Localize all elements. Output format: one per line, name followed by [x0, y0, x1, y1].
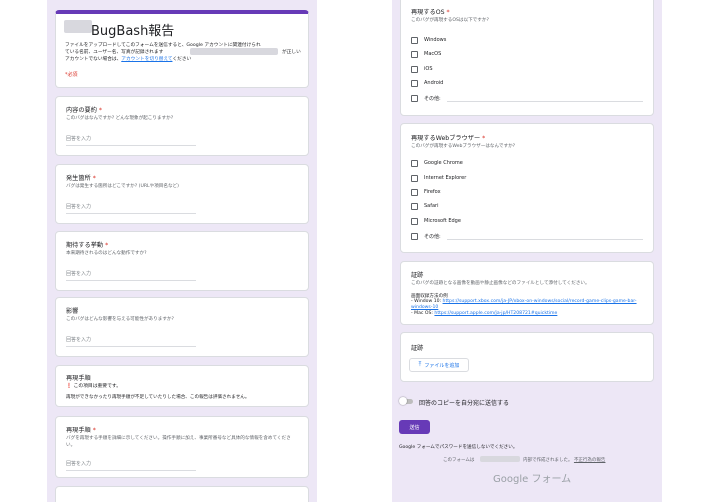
checkbox[interactable] — [411, 79, 418, 87]
answer-input-summary[interactable]: 回答を入力 — [66, 135, 196, 146]
copy-toggle[interactable] — [399, 397, 414, 405]
form-title: BugBash報告 — [91, 24, 175, 39]
required-note: *必須 — [65, 72, 78, 78]
checkbox[interactable] — [411, 202, 418, 210]
checkbox[interactable] — [411, 174, 418, 182]
section-title: 証跡 — [411, 272, 424, 279]
question-title: 影響 — [66, 308, 79, 315]
answer-input-repro-steps[interactable]: 回答を入力 — [66, 460, 196, 471]
browser-option-chrome[interactable]: Google Chrome — [411, 159, 463, 167]
required-asterisk: * — [98, 107, 102, 114]
question-description-line1: バグを再現する手順を詳細に示してください。操作手順に加え、事業所番号など具体的な… — [66, 436, 291, 441]
form-description-line2-suffix: が正しい — [282, 50, 301, 55]
question-card-expected: 期待する挙動 * 本来期待されるのはどんな動作ですか? 回答を入力 — [55, 231, 309, 291]
checkbox[interactable] — [411, 217, 418, 225]
question-description: このバグが再現するWebブラウザーはなんですか? — [411, 144, 516, 149]
switch-account-link[interactable]: アカウントを切り替えて — [121, 57, 172, 62]
copy-toggle-label: 回答のコピーを自分宛に送信する — [419, 400, 510, 407]
section-title: 証跡 — [411, 345, 424, 352]
checkbox[interactable] — [411, 50, 418, 58]
next-question-card — [55, 486, 309, 502]
footer-middle: 内部で作成されました。 — [523, 458, 573, 463]
os-option-windows[interactable]: Windows — [411, 36, 446, 44]
checkbox[interactable] — [411, 159, 418, 167]
checkbox[interactable] — [411, 188, 418, 196]
evidence-description: このバグの証跡となる画像を動画や静止画像などのファイルとして添付してください。 — [411, 281, 590, 286]
browser-option-edge[interactable]: Microsoft Edge — [411, 217, 461, 225]
section-title: 再現手順 — [66, 375, 91, 382]
question-card-location: 発生箇所 * バグは発生する箇所はどこですか? (URLや項目名など) 回答を入… — [55, 164, 309, 224]
form-header-card: BugBash報告 ファイルをアップロードしてこのフォームを送信すると、Goog… — [55, 10, 309, 88]
repro-notice-card: 再現手順 ❗ この項目は重要です。 再現ができなかったり再現手順が不足していたり… — [55, 365, 309, 407]
required-asterisk: * — [482, 135, 486, 142]
question-title: 再現するOS — [411, 9, 445, 16]
browser-option-firefox[interactable]: Firefox — [411, 188, 441, 196]
footer-prefix: このフォームは — [443, 458, 475, 463]
important-warning: この項目は重要です。 — [73, 384, 122, 389]
question-title: 再現するWebブラウザー — [411, 135, 481, 142]
os-option-other[interactable]: その他: — [411, 94, 441, 102]
add-file-label: ファイルを追加 — [424, 362, 460, 369]
form-description-line3-prefix: アカウントでない場合は、 — [65, 57, 122, 62]
win-capture-link[interactable]: https://support.xbox.com/ja-JP/xbox-on-w… — [443, 299, 637, 304]
required-asterisk: * — [446, 9, 450, 16]
google-forms-logo: Google フォーム — [493, 474, 572, 485]
browser-other-input[interactable] — [447, 239, 643, 240]
form-description-line2: ている名前、ユーザー名、写真が記録されます — [65, 50, 164, 55]
redacted-prefix — [64, 20, 92, 33]
question-title: 内容の要約 — [66, 107, 97, 114]
mac-capture-link[interactable]: https://support.apple.com/ja-jp/HT208721… — [434, 311, 557, 316]
upload-icon: ⤒ — [418, 361, 422, 368]
question-card-impact: 影響 このバグはどんな影響を与える可能性がありますか? 回答を入力 — [55, 297, 309, 357]
question-description: このバグはなんですか? どんな現象が起こりますか? — [66, 116, 174, 121]
browser-option-other[interactable]: その他: — [411, 232, 441, 240]
mac-label: - Mac OS: — [411, 311, 435, 316]
question-description: バグは発生する箇所はどこですか? (URLや項目名など) — [66, 184, 179, 189]
submit-button[interactable]: 送信 — [399, 420, 430, 434]
question-description: このバグが再現するOSは以下ですか? — [411, 18, 489, 23]
evidence-card: 証跡 このバグの証跡となる画像を動画や静止画像などのファイルとして添付してくださ… — [400, 261, 654, 325]
question-card-browser: 再現するWebブラウザー * このバグが再現するWebブラウザーはなんですか? … — [400, 123, 654, 253]
form-description-line3-suffix: ください — [172, 57, 192, 62]
question-title: 発生箇所 — [66, 175, 91, 182]
required-asterisk: * — [92, 427, 96, 434]
checkbox[interactable] — [411, 94, 418, 102]
os-option-macos[interactable]: MacOS — [411, 50, 441, 58]
required-asterisk: * — [105, 242, 109, 249]
question-card-os: 再現するOS * このバグが再現するOSは以下ですか? Windows MacO… — [400, 0, 654, 116]
add-file-button[interactable]: ⤒ ファイルを追加 — [409, 358, 469, 372]
checkbox[interactable] — [411, 65, 418, 73]
answer-input-expected[interactable]: 回答を入力 — [66, 270, 196, 281]
upload-card: 証跡 ⤒ ファイルを追加 — [400, 332, 654, 382]
answer-input-impact[interactable]: 回答を入力 — [66, 336, 196, 347]
question-title: 期待する挙動 — [66, 242, 104, 249]
os-option-ios[interactable]: iOS — [411, 65, 433, 73]
answer-input-location[interactable]: 回答を入力 — [66, 203, 196, 214]
question-card-repro-steps: 再現手順 * バグを再現する手順を詳細に示してください。操作手順に加え、事業所番… — [55, 416, 309, 478]
browser-option-safari[interactable]: Safari — [411, 202, 439, 210]
question-card-summary: 内容の要約 * このバグはなんですか? どんな現象が起こりますか? 回答を入力 — [55, 96, 309, 156]
password-warning: Google フォームでパスワードを送信しないでください。 — [399, 445, 518, 450]
checkbox[interactable] — [411, 232, 418, 240]
report-abuse-link[interactable]: 不正行為の報告 — [574, 458, 606, 463]
warning-icon: ❗ — [66, 384, 72, 389]
os-option-android[interactable]: Android — [411, 79, 443, 87]
repro-notice-body: 再現ができなかったり再現手順が不足していたりした場合、この報告は評価されません。 — [66, 395, 250, 400]
os-other-input[interactable] — [447, 101, 643, 102]
win-label: - Window 10: — [411, 299, 443, 304]
question-title: 再現手順 — [66, 427, 91, 434]
toggle-knob — [399, 397, 407, 405]
win-capture-link-cont[interactable]: windows-10 — [411, 305, 438, 310]
question-description: このバグはどんな影響を与える可能性がありますか? — [66, 317, 174, 322]
browser-option-ie[interactable]: Internet Explorer — [411, 174, 466, 182]
question-description-line2: い。 — [66, 443, 76, 448]
redacted-org — [480, 456, 520, 462]
required-asterisk: * — [92, 175, 96, 182]
redacted-account — [190, 48, 278, 55]
checkbox[interactable] — [411, 36, 418, 44]
question-description: 本来期待されるのはどんな動作ですか? — [66, 251, 147, 256]
